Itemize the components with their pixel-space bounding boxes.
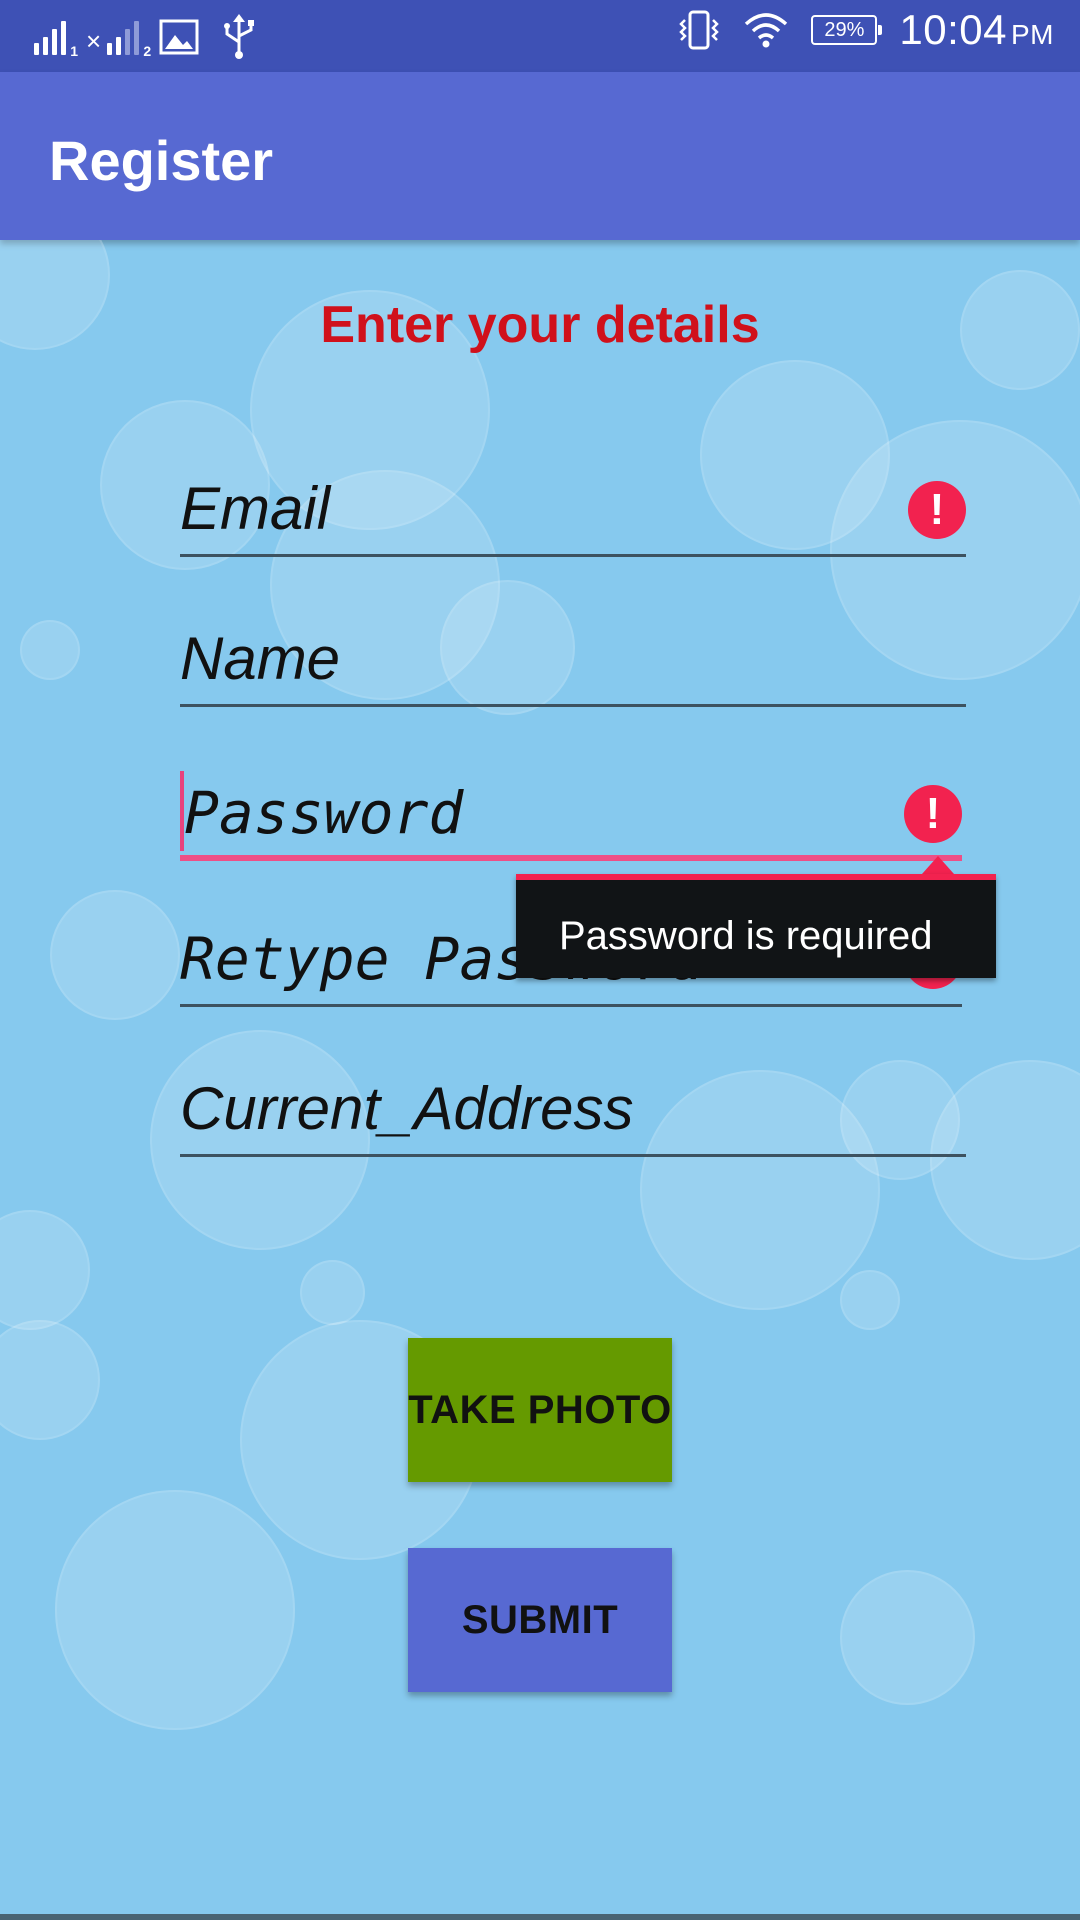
email-underline — [180, 554, 966, 557]
email-field[interactable]: Email ! — [180, 427, 966, 557]
name-input[interactable]: Name — [180, 624, 340, 693]
password-input[interactable]: Password — [184, 779, 463, 847]
error-tooltip: Password is required — [516, 874, 996, 978]
address-underline — [180, 1154, 966, 1157]
error-tooltip-text: Password is required — [559, 914, 933, 958]
name-underline — [180, 704, 966, 707]
image-icon — [159, 19, 199, 55]
sim1-label: 1 — [70, 43, 78, 59]
email-input[interactable]: Email — [180, 474, 330, 543]
signal-icon: 2 — [107, 19, 151, 59]
status-left: 1 × 2 — [34, 14, 259, 60]
wifi-icon — [745, 13, 788, 48]
no-data-icon: × — [86, 25, 102, 56]
error-icon: ! — [908, 481, 966, 539]
name-field[interactable]: Name — [180, 577, 966, 707]
time-text: 10:04 — [899, 6, 1007, 53]
ampm-text: PM — [1011, 19, 1054, 50]
status-bar: 1 × 2 29% 10:04 PM — [0, 0, 1080, 72]
battery-icon: 29% — [811, 15, 883, 45]
signal-icon: 1 — [34, 19, 78, 59]
usb-icon — [224, 14, 255, 59]
sim2-label: 2 — [143, 43, 152, 59]
page-title: Register — [49, 129, 274, 192]
password-field[interactable]: Password ! — [180, 731, 962, 861]
retype-password-underline — [180, 1004, 962, 1007]
form-heading: Enter your details — [320, 296, 760, 354]
address-input[interactable]: Current_Address — [180, 1074, 634, 1143]
password-underline — [180, 855, 962, 861]
app-bar: Register — [0, 72, 1080, 240]
address-field[interactable]: Current_Address — [180, 1027, 966, 1157]
error-icon: ! — [904, 785, 962, 843]
status-right: 29% 10:04 PM — [677, 6, 1054, 54]
nav-bar-edge — [0, 1914, 1080, 1920]
clock: 10:04 PM — [899, 6, 1054, 54]
take-photo-button[interactable]: TAKE PHOTO — [408, 1338, 672, 1482]
submit-button[interactable]: SUBMIT — [408, 1548, 672, 1692]
vibrate-icon — [679, 10, 720, 50]
tooltip-arrow — [922, 856, 954, 874]
